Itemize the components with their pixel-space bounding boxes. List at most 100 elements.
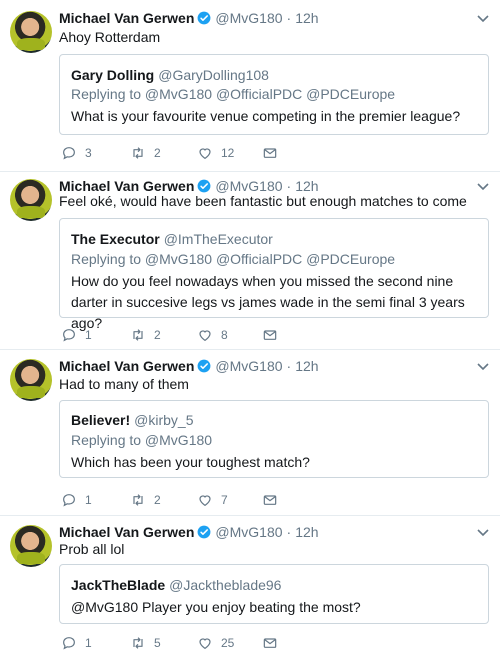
retweet-icon [133,147,143,159]
reply-button[interactable]: 1 [61,326,92,344]
retweet-count: 5 [154,636,161,650]
quoted-tweet[interactable]: Believer! @kirby_5 Replying to @MvG180 Wh… [59,400,489,478]
retweet-button[interactable]: 5 [130,634,161,652]
like-count: 12 [221,146,235,160]
chevron-down-icon[interactable] [476,14,490,24]
reply-count: 1 [85,636,92,650]
avatar[interactable] [10,179,52,221]
quoted-author-name: Believer! [71,412,131,428]
like-button[interactable]: 8 [197,326,228,344]
author-name[interactable]: Michael Van Gerwen [59,358,194,374]
like-count: 25 [221,636,235,650]
quoted-author-name: The Executor [71,231,160,247]
tweet-text: Feel oké, would have been fantastic but … [59,193,467,209]
verified-badge-icon [197,179,211,193]
like-count: 8 [221,328,228,342]
verified-badge-icon [197,11,211,25]
retweet-count: 2 [154,493,161,507]
retweet-count: 2 [154,328,161,342]
verified-badge-icon [197,359,211,373]
timestamp[interactable]: 12h [295,524,318,540]
retweet-count: 2 [154,146,161,160]
chevron-down-icon[interactable] [476,362,490,372]
author-handle[interactable]: @MvG180 [215,10,282,26]
timestamp[interactable]: 12h [295,10,318,26]
reply-button[interactable]: 1 [61,491,92,509]
reply-button[interactable]: 3 [61,144,92,162]
tweet-actions: 1 2 7 [61,491,291,509]
quoted-text: What is your favourite venue competing i… [71,108,461,124]
like-count: 7 [221,493,228,507]
direct-message-icon [263,148,277,158]
direct-message-icon [263,330,277,340]
reply-icon [63,494,75,507]
quoted-tweet[interactable]: Gary Dolling @GaryDolling108 Replying to … [59,54,489,135]
retweet-button[interactable]: 2 [130,144,161,162]
like-icon [199,330,211,342]
direct-message-button[interactable] [262,326,278,344]
like-icon [199,148,211,160]
reply-icon [63,637,75,650]
quoted-header: Believer! @kirby_5 [71,412,194,428]
quoted-tweet[interactable]: JackTheBlade @Jacktheblade96 @MvG180 Play… [59,564,489,624]
like-icon [199,495,211,507]
avatar[interactable] [10,525,52,567]
separator-dot: · [286,10,292,26]
replying-to: Replying to @MvG180 [71,432,213,448]
reply-count: 3 [85,146,92,160]
quoted-text: Which has been your toughest match? [71,454,310,470]
like-icon [199,638,211,650]
like-button[interactable]: 12 [197,144,234,162]
separator-dot: · [286,358,292,374]
replying-to: Replying to @MvG180 @OfficialPDC @PDCEur… [71,251,396,267]
chevron-down-icon[interactable] [476,182,490,192]
quoted-author-name: Gary Dolling [71,67,155,83]
quoted-author-handle: @GaryDolling108 [158,67,269,83]
avatar[interactable] [10,11,52,53]
tweet-actions: 1 2 8 [61,326,291,344]
tweet[interactable]: Michael Van Gerwen @MvG180 · 12h Had to … [0,350,500,516]
replying-to: Replying to @MvG180 @OfficialPDC @PDCEur… [71,86,396,102]
retweet-icon [133,494,143,506]
retweet-icon [133,329,143,341]
quoted-text: How do you feel nowadays when you missed… [71,273,465,331]
avatar[interactable] [10,359,52,401]
tweet[interactable]: Michael Van Gerwen @MvG180 · 12h Feel ok… [0,172,500,350]
quoted-author-handle: @ImTheExecutor [163,231,273,247]
tweet[interactable]: Michael Van Gerwen @MvG180 · 12h Prob al… [0,516,500,656]
tweet-header: Michael Van Gerwen @MvG180 · 12h [59,523,319,541]
quoted-tweet[interactable]: The Executor @ImTheExecutor Replying to @… [59,218,489,331]
direct-message-button[interactable] [262,144,278,162]
like-button[interactable]: 7 [197,491,228,509]
chevron-down-icon[interactable] [476,528,490,538]
tweet[interactable]: Michael Van Gerwen @MvG180 · 12h Ahoy Ro… [0,0,500,172]
quoted-author-name: JackTheBlade [71,577,166,593]
reply-icon [63,329,75,342]
quoted-author-handle: @kirby_5 [134,412,194,428]
quoted-author-handle: @Jacktheblade96 [169,577,282,593]
tweet-actions: 1 5 25 [61,634,291,652]
reply-button[interactable]: 1 [61,634,92,652]
reply-count: 1 [85,493,92,507]
like-button[interactable]: 25 [197,634,234,652]
direct-message-button[interactable] [262,634,278,652]
author-name[interactable]: Michael Van Gerwen [59,524,194,540]
tweet-text: Ahoy Rotterdam [59,29,161,45]
author-name[interactable]: Michael Van Gerwen [59,10,194,26]
direct-message-icon [263,638,277,648]
separator-dot: · [286,524,292,540]
direct-message-icon [263,495,277,505]
retweet-button[interactable]: 2 [130,491,161,509]
author-handle[interactable]: @MvG180 [215,358,282,374]
reply-icon [63,147,75,160]
tweet-text: Prob all lol [59,541,125,557]
quoted-header: Gary Dolling @GaryDolling108 [71,67,269,83]
quoted-header: The Executor @ImTheExecutor [71,231,273,247]
verified-badge-icon [197,525,211,539]
direct-message-button[interactable] [262,491,278,509]
tweet-actions: 3 2 12 [61,144,291,162]
author-handle[interactable]: @MvG180 [215,524,282,540]
quoted-text: @MvG180 Player you enjoy beating the mos… [71,599,361,615]
timestamp[interactable]: 12h [295,358,318,374]
retweet-button[interactable]: 2 [130,326,161,344]
